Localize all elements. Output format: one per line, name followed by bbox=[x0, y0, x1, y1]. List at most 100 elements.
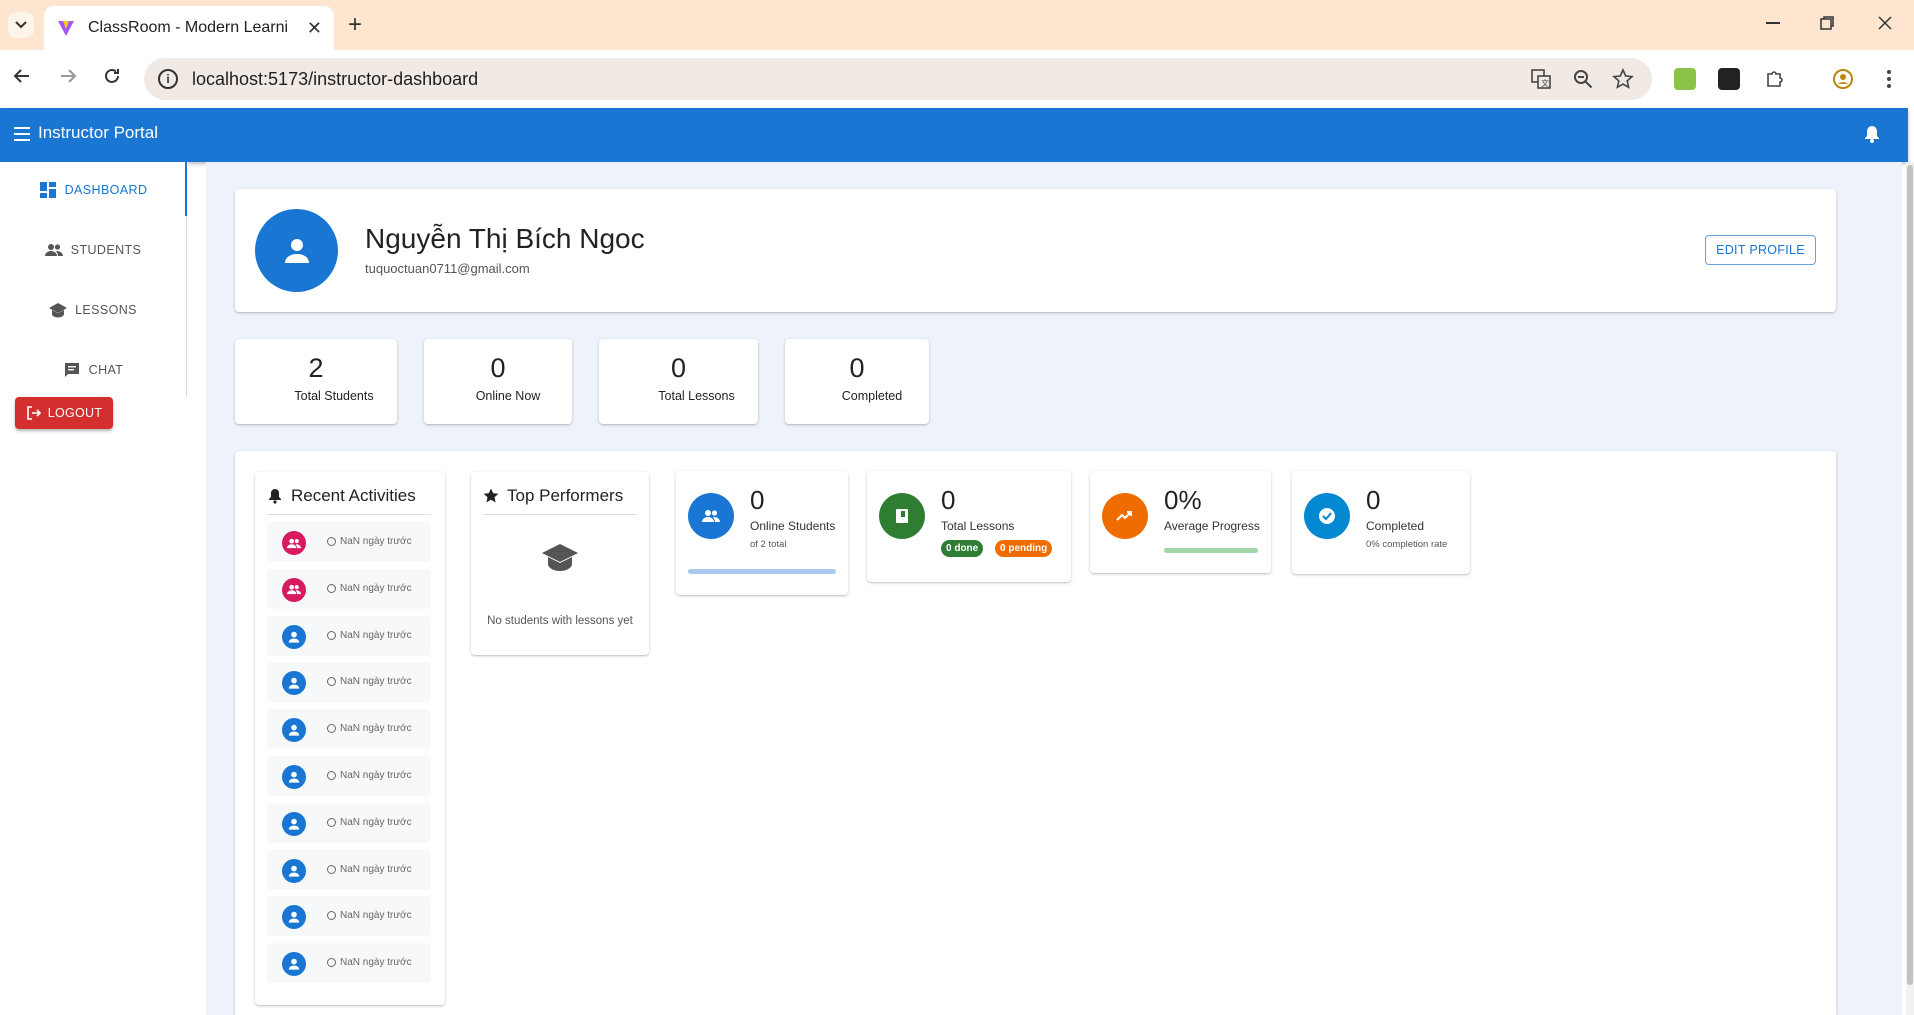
clock-icon bbox=[327, 771, 336, 780]
activity-time: NaN ngày trước bbox=[327, 630, 412, 641]
activity-time: NaN ngày trước bbox=[327, 817, 412, 828]
recent-activities-title: Recent Activities bbox=[291, 486, 416, 505]
average-progress-card: 0% Average Progress bbox=[1090, 471, 1271, 573]
extensions-puzzle-icon[interactable] bbox=[1764, 68, 1786, 90]
address-bar[interactable]: i localhost:5173/instructor-dashboard 文 bbox=[144, 58, 1652, 100]
stat-value: 2 bbox=[308, 353, 324, 383]
activity-time: NaN ngày trước bbox=[327, 864, 412, 875]
star-icon bbox=[483, 488, 499, 503]
back-arrow-icon[interactable] bbox=[12, 66, 32, 86]
extension-green-icon[interactable] bbox=[1674, 68, 1696, 90]
url-text[interactable]: localhost:5173/instructor-dashboard bbox=[192, 69, 478, 90]
restore-icon[interactable] bbox=[1820, 16, 1834, 30]
activity-time-text: NaN ngày trước bbox=[340, 816, 412, 828]
clock-icon bbox=[327, 911, 336, 921]
average-progress-label: Average Progress bbox=[1164, 519, 1260, 533]
clock-icon bbox=[327, 537, 336, 546]
activity-time-text: NaN ngày trước bbox=[340, 910, 412, 922]
sidebar-item-dashboard[interactable]: DASHBOARD bbox=[0, 166, 186, 214]
extension-dark-icon[interactable] bbox=[1718, 68, 1740, 90]
zoom-icon[interactable] bbox=[1572, 68, 1594, 90]
activity-time-text: NaN ngày trước bbox=[340, 863, 412, 875]
browser-toolbar: i localhost:5173/instructor-dashboard 文 bbox=[0, 50, 1914, 108]
total-lessons-card: 0 Total Lessons 0 done 0 pending bbox=[867, 471, 1071, 582]
window-close-icon[interactable] bbox=[1878, 16, 1892, 30]
online-students-card: 0 Online Students of 2 total bbox=[676, 471, 848, 595]
portal-title: Instructor Portal bbox=[38, 123, 158, 142]
person-icon bbox=[282, 624, 306, 649]
completed-value: 0 bbox=[1366, 485, 1381, 515]
person-icon bbox=[282, 671, 306, 696]
activity-panel: Recent Activities NaN ngày trước NaN ngày… bbox=[235, 451, 1836, 1015]
list-item: NaN ngày trước bbox=[267, 568, 431, 609]
top-performers-title: Top Performers bbox=[507, 486, 624, 505]
graduation-cap-icon bbox=[542, 544, 578, 571]
sidebar-item-label: DASHBOARD bbox=[64, 183, 148, 197]
empty-state-text: No students with lessons yet bbox=[487, 615, 633, 627]
dashboard-icon bbox=[39, 181, 57, 199]
online-students-sub: of 2 total bbox=[750, 539, 787, 550]
edit-profile-button[interactable]: EDIT PROFILE bbox=[1705, 235, 1816, 265]
tab-close-icon[interactable]: ✕ bbox=[307, 18, 322, 39]
logout-button[interactable]: LOGOUT bbox=[15, 397, 113, 429]
stat-label: Total Students bbox=[294, 389, 374, 403]
stat-label: Online Now bbox=[475, 389, 541, 403]
profile-name: Nguyễn Thị Bích Ngoc bbox=[365, 223, 645, 254]
menu-icon[interactable] bbox=[14, 127, 30, 141]
page-scrollbar[interactable] bbox=[1906, 162, 1914, 1015]
chat-icon bbox=[63, 361, 81, 379]
tab-search-button[interactable] bbox=[8, 12, 34, 38]
online-progress-bar bbox=[688, 569, 836, 574]
vite-logo-icon bbox=[58, 21, 74, 36]
logout-label: LOGOUT bbox=[47, 406, 103, 420]
reload-icon[interactable] bbox=[102, 66, 122, 86]
heading-divider bbox=[267, 514, 431, 515]
list-item: NaN ngày trước bbox=[267, 896, 431, 937]
list-item: NaN ngày trước bbox=[267, 522, 431, 562]
list-item: NaN ngày trước bbox=[267, 615, 431, 656]
sidebar-item-lessons[interactable]: LESSONS bbox=[0, 286, 186, 334]
completed-card: 0 Completed 0% completion rate bbox=[1292, 471, 1470, 574]
group-icon bbox=[282, 577, 306, 602]
person-icon bbox=[282, 905, 306, 930]
translate-icon[interactable]: 文 bbox=[1530, 68, 1552, 90]
profile-email: tuquoctuan0711@gmail.com bbox=[365, 261, 530, 276]
app-bar: Instructor Portal bbox=[0, 108, 1908, 162]
people-icon bbox=[44, 241, 63, 259]
new-tab-button[interactable]: + bbox=[348, 13, 362, 37]
check-circle-icon bbox=[1304, 493, 1350, 539]
group-icon bbox=[282, 531, 306, 555]
clock-icon bbox=[327, 630, 336, 640]
sidebar-item-students[interactable]: STUDENTS bbox=[0, 226, 186, 274]
bookmark-star-icon[interactable] bbox=[1612, 68, 1634, 90]
more-vert-icon[interactable] bbox=[1878, 68, 1900, 90]
activity-time: NaN ngày trước bbox=[327, 676, 412, 687]
total-lessons-value: 0 bbox=[941, 485, 956, 515]
activity-time-text: NaN ngày trước bbox=[340, 676, 412, 688]
activity-time-text: NaN ngày trước bbox=[340, 957, 412, 969]
activity-time: NaN ngày trước bbox=[327, 723, 412, 734]
completed-label: Completed bbox=[1366, 519, 1425, 533]
svg-text:文: 文 bbox=[1541, 78, 1549, 88]
logout-icon bbox=[26, 406, 41, 420]
site-info-icon[interactable]: i bbox=[158, 69, 178, 89]
sidebar-item-label: STUDENTS bbox=[70, 243, 142, 257]
minimize-icon[interactable] bbox=[1766, 22, 1780, 24]
list-item: NaN ngày trước bbox=[267, 943, 431, 984]
browser-tab[interactable]: ClassRoom - Modern Learning Platform ✕ bbox=[44, 6, 334, 50]
forward-arrow-icon[interactable] bbox=[58, 66, 78, 86]
profile-icon[interactable] bbox=[1832, 68, 1854, 90]
school-icon bbox=[49, 301, 68, 319]
activity-time-text: NaN ngày trước bbox=[340, 723, 412, 735]
bell-icon bbox=[269, 489, 281, 504]
stat-card-total-students: 2 Total Students bbox=[235, 339, 397, 424]
activity-time: NaN ngày trước bbox=[327, 536, 412, 547]
sidebar-item-chat[interactable]: CHAT bbox=[0, 346, 186, 394]
sidebar-item-label: CHAT bbox=[88, 363, 124, 377]
person-icon bbox=[284, 238, 309, 263]
recent-activities-heading: Recent Activities bbox=[267, 486, 416, 506]
list-item: NaN ngày trước bbox=[267, 756, 431, 796]
stat-card-total-lessons: 0 Total Lessons bbox=[599, 339, 758, 424]
avatar bbox=[255, 209, 338, 292]
notifications-bell-icon[interactable] bbox=[1862, 124, 1882, 144]
